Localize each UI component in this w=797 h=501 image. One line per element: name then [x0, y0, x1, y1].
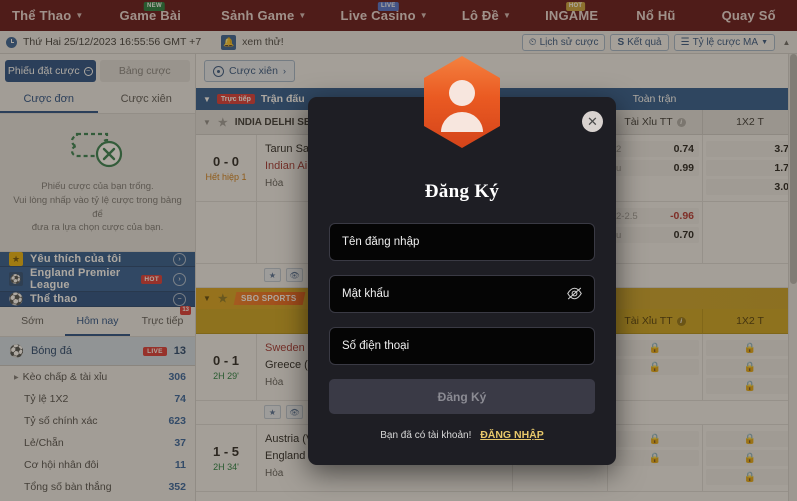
close-icon[interactable]: ✕	[582, 111, 603, 132]
phone-field[interactable]: Số điện thoại	[329, 327, 595, 365]
username-placeholder: Tên đăng nhập	[342, 236, 420, 248]
username-field[interactable]: Tên đăng nhập	[329, 223, 595, 261]
modal-footer: Bạn đã có tài khoản! ĐĂNG NHẬP	[329, 429, 595, 441]
eye-off-svg	[567, 287, 582, 299]
footer-text: Bạn đã có tài khoản!	[380, 430, 472, 441]
login-link[interactable]: ĐĂNG NHẬP	[480, 429, 544, 441]
eye-off-icon[interactable]	[567, 287, 582, 302]
phone-placeholder: Số điện thoại	[342, 340, 410, 352]
password-placeholder: Mật khẩu	[342, 288, 390, 300]
app-root: Thể Thao ▼ NEW Game Bài Sảnh Game ▼ LIVE…	[0, 0, 797, 501]
register-modal: ✕ Đăng Ký Tên đăng nhập Mật khẩu Số điện…	[308, 56, 616, 465]
user-hexagon-icon	[424, 56, 500, 148]
register-submit-button[interactable]: Đăng Ký	[329, 379, 595, 414]
register-form: Tên đăng nhập Mật khẩu Số điện thoại Đăn…	[308, 203, 616, 441]
password-field[interactable]: Mật khẩu	[329, 275, 595, 313]
